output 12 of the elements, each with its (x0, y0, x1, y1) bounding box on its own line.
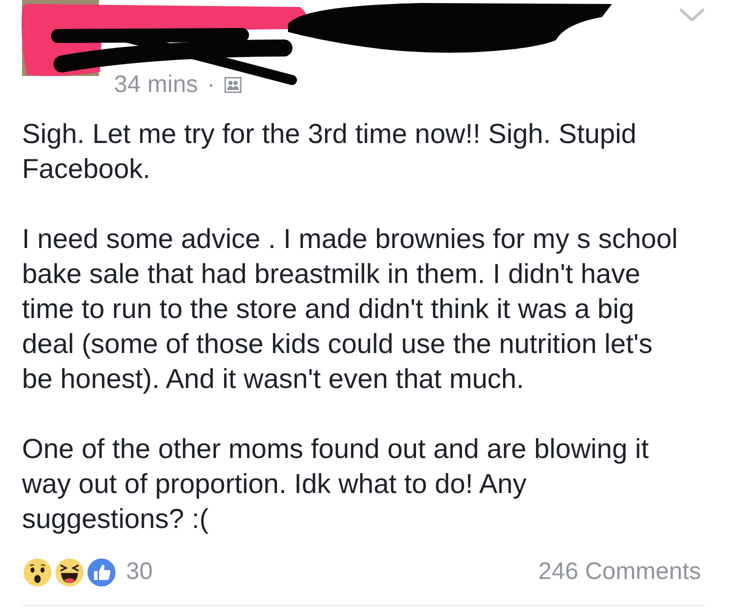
laughing-emoji-icon (54, 556, 85, 588)
post-paragraph: One of the other moms found out and are blowing it way out of proportion. Idk what to do! Any suggestions? :( (22, 432, 650, 536)
chevron-down-icon[interactable] (679, 8, 705, 22)
post-time[interactable]: 34 mins (114, 71, 198, 99)
thumbs-up-icon (86, 556, 117, 588)
wow-emoji-icon (22, 556, 53, 588)
post-paragraph: I need some advice . I made brownies for my s school bake sale that had breastmilk in them. I didn't have time to run to the store and didn't think it was a big deal (some of those kids could use the nutrition let's be honest). And it wasn't even that much. (22, 222, 679, 396)
reaction-count[interactable]: 30 (126, 558, 153, 586)
friends-icon[interactable] (224, 77, 242, 93)
comments-link[interactable]: 246 Comments (538, 558, 701, 586)
separator-dot: · (207, 71, 216, 99)
post-paragraph: Sigh. Let me try for the 3rd time now!! Sigh. Stupid Facebook. (22, 117, 638, 186)
